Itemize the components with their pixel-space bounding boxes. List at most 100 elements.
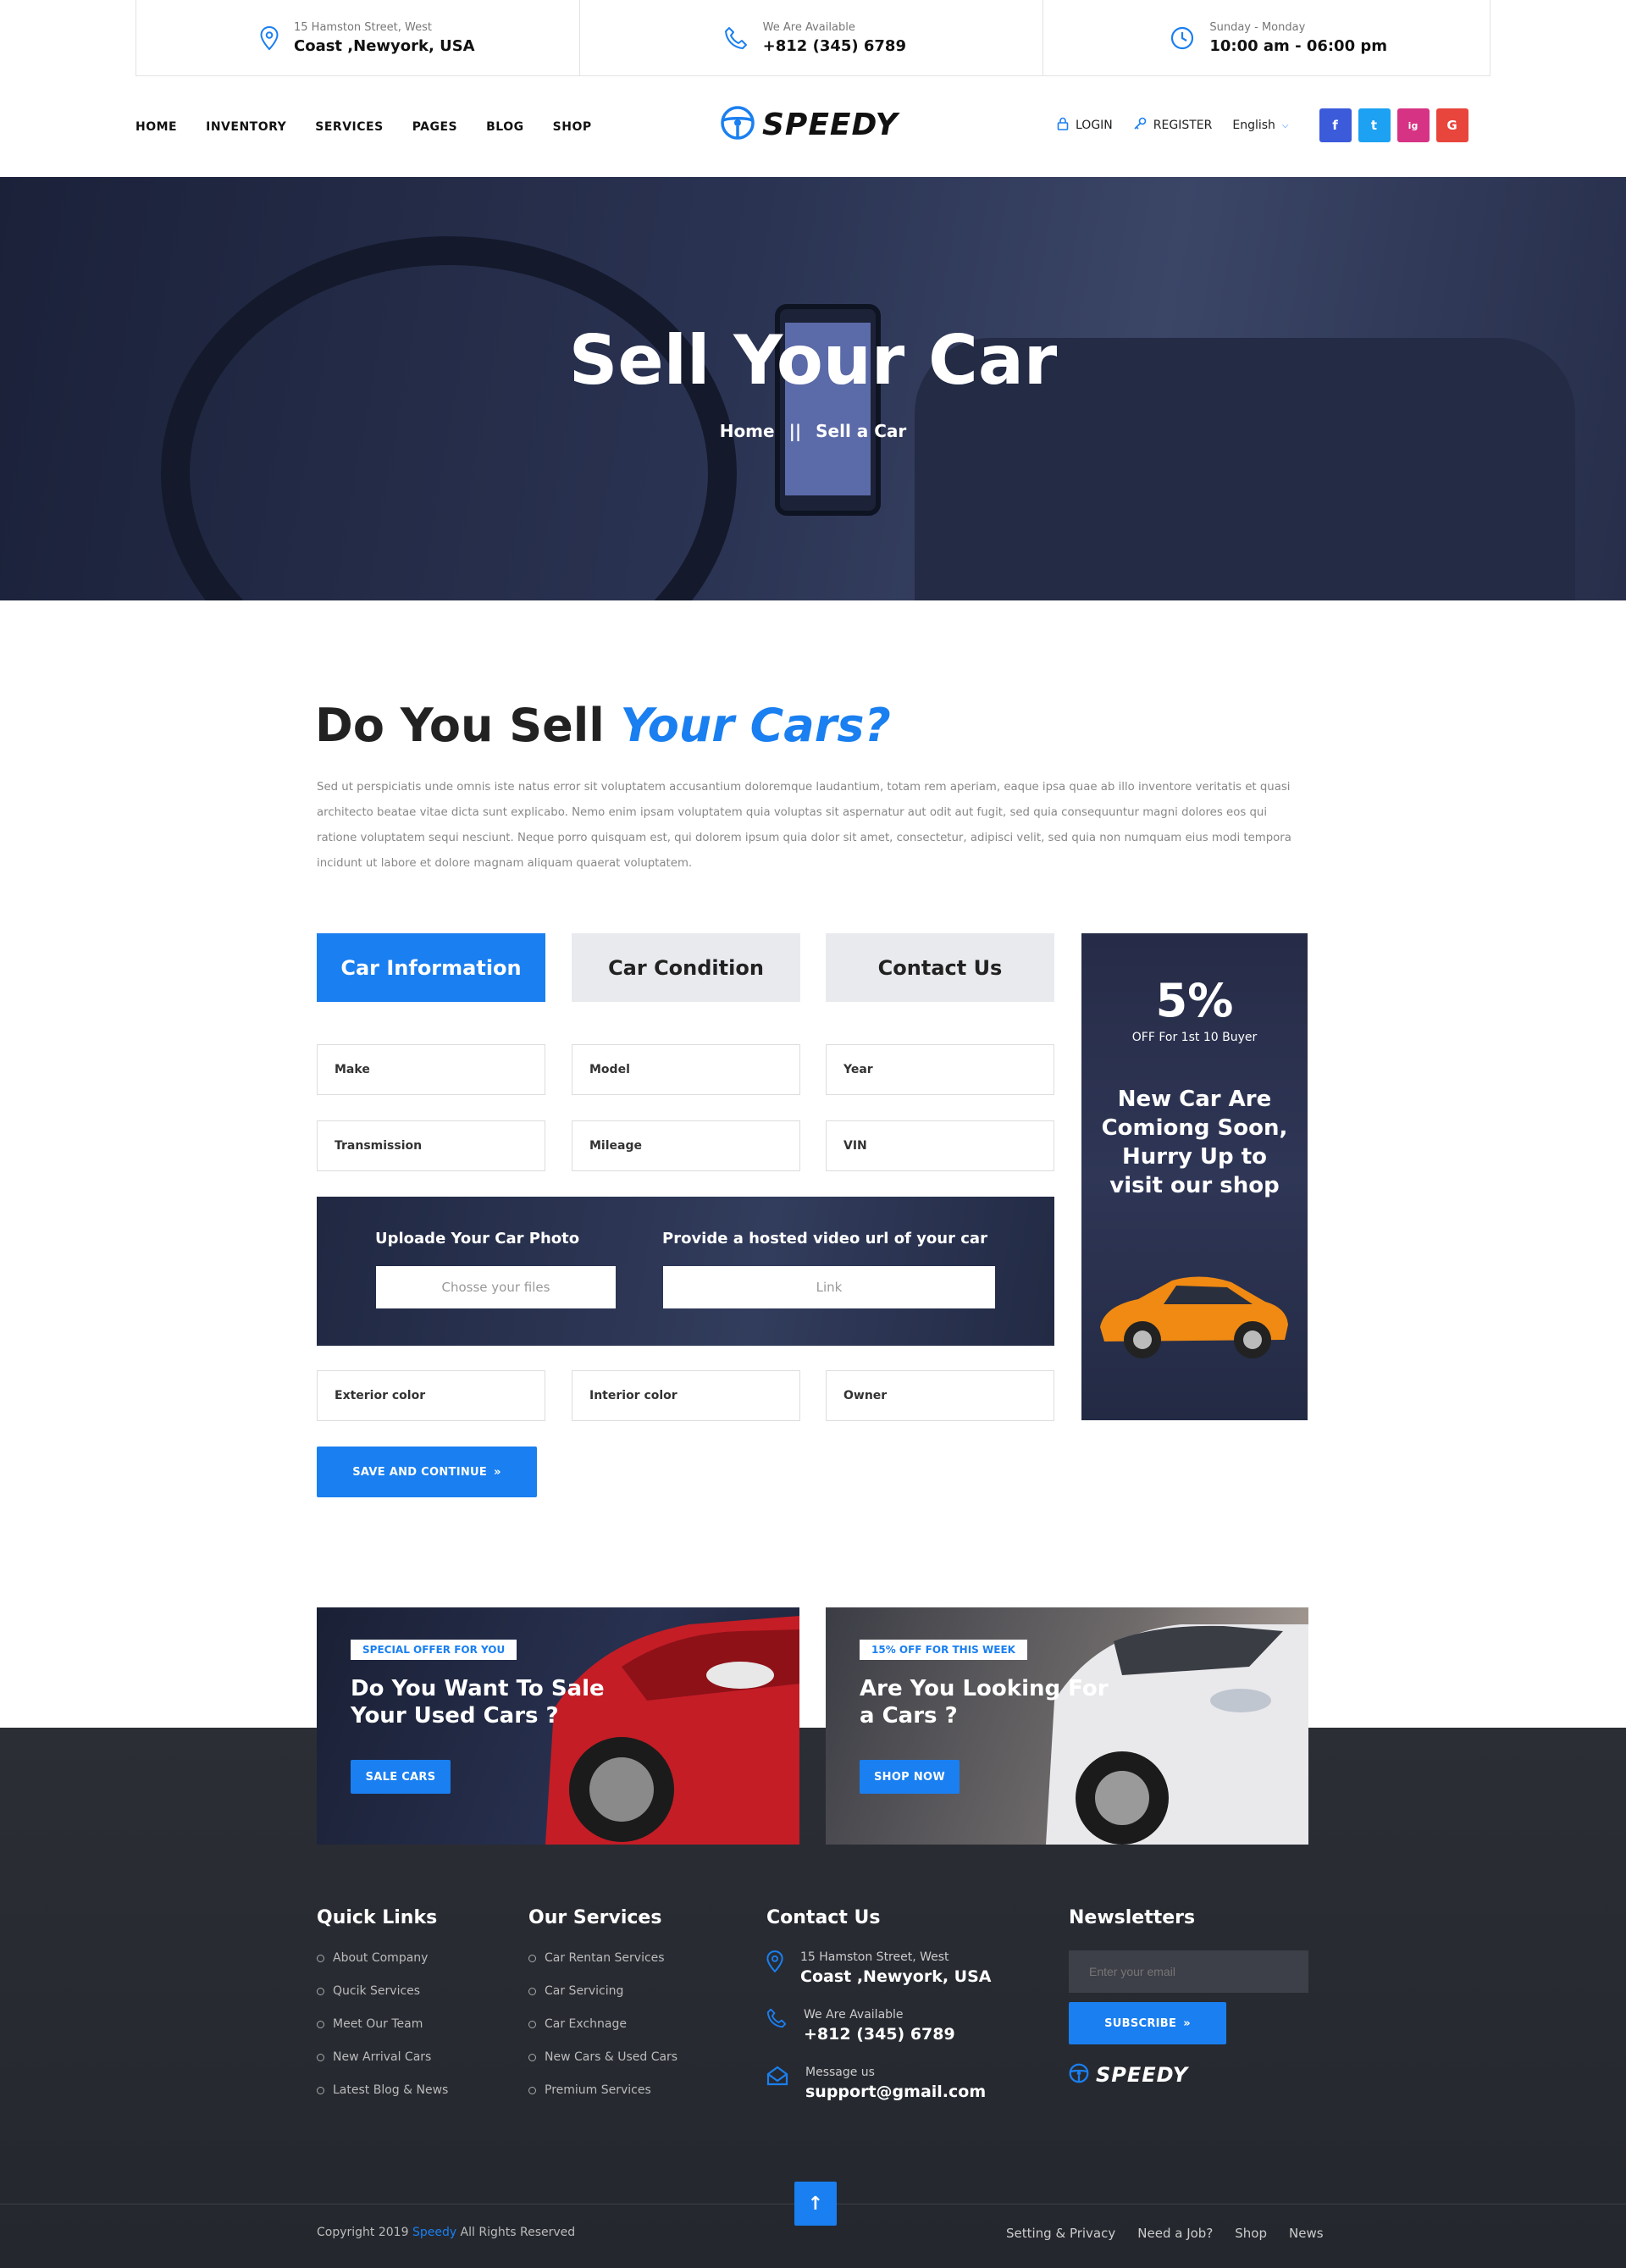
address-block: 15 Hamston Street, West Coast ,Newyork, … [136, 0, 580, 75]
language-label: English [1232, 119, 1275, 132]
brand-link[interactable]: Speedy [412, 2226, 456, 2239]
tab-car-information[interactable]: Car Information [317, 933, 545, 1002]
facebook-icon[interactable]: f [1319, 108, 1352, 142]
contact-title: Contact Us [766, 1907, 881, 1928]
services-title: Our Services [528, 1907, 662, 1928]
footer-link[interactable]: Latest Blog & News [317, 2074, 448, 2107]
save-button-label: SAVE AND CONTINUE [352, 1465, 488, 1479]
mileage-field[interactable]: Mileage [572, 1120, 800, 1171]
offer-card-shop[interactable]: 15% OFF FOR THIS WEEK Are You Looking Fo… [826, 1607, 1308, 1845]
owner-field[interactable]: Owner [826, 1370, 1054, 1421]
subscribe-button[interactable]: SUBSCRIBE » [1069, 2002, 1226, 2044]
login-link[interactable]: LOGIN [1057, 117, 1113, 134]
breadcrumb: Home || Sell a Car [0, 421, 1626, 441]
steering-wheel-icon [1069, 2063, 1089, 2087]
nav-pages[interactable]: PAGES [412, 120, 457, 134]
footer-link[interactable]: Car Servicing [528, 1975, 678, 2008]
sale-cars-button[interactable]: SALE CARS [351, 1760, 451, 1794]
job-link[interactable]: Need a Job? [1137, 2226, 1213, 2241]
transmission-field[interactable]: Transmission [317, 1120, 545, 1171]
offer-title: Do You Want To Sale Your Used Cars ? [351, 1676, 605, 1729]
tab-contact-us[interactable]: Contact Us [826, 933, 1054, 1002]
shop-link[interactable]: Shop [1235, 2226, 1267, 2241]
page-hero: Sell Your Car Home || Sell a Car [0, 177, 1626, 600]
vin-field[interactable]: VIN [826, 1120, 1054, 1171]
phone-icon [766, 2008, 787, 2032]
year-field[interactable]: Year [826, 1044, 1054, 1095]
photo-upload-input[interactable]: Chosse your files [376, 1266, 616, 1308]
address-line-1: 15 Hamston Street, West [294, 20, 433, 34]
phone-block: We Are Available +812 (345) 6789 [580, 0, 1044, 75]
hero-steering-wheel-image [161, 236, 737, 600]
footer-link[interactable]: Premium Services [528, 2074, 678, 2107]
page-title: Sell Your Car [568, 321, 1058, 400]
model-field[interactable]: Model [572, 1044, 800, 1095]
hours-block: Sunday - Monday 10:00 am - 06:00 pm [1043, 0, 1490, 75]
save-and-continue-button[interactable]: SAVE AND CONTINUE » [317, 1447, 537, 1497]
footer-bottom-links: Setting & Privacy Need a Job? Shop News [1006, 2226, 1324, 2241]
chevron-down-icon: ⌵ [1281, 120, 1289, 130]
nav-inventory[interactable]: INVENTORY [206, 120, 286, 134]
subscribe-label: SUBSCRIBE [1104, 2016, 1177, 2030]
footer-link[interactable]: About Company [317, 1942, 448, 1975]
section-title-plain: Do You Sell [315, 699, 621, 752]
footer-link[interactable]: Car Rentan Services [528, 1942, 678, 1975]
register-link[interactable]: REGISTER [1133, 117, 1213, 134]
tab-car-condition[interactable]: Car Condition [572, 933, 800, 1002]
top-info-bar: 15 Hamston Street, West Coast ,Newyork, … [136, 0, 1490, 76]
footer-link[interactable]: New Arrival Cars [317, 2041, 448, 2074]
twitter-icon[interactable]: t [1358, 108, 1391, 142]
offer-tag: SPECIAL OFFER FOR YOU [351, 1640, 517, 1660]
google-icon[interactable]: G [1435, 108, 1468, 142]
promo-orange-car-image [1100, 1276, 1288, 1358]
make-field[interactable]: Make [317, 1044, 545, 1095]
news-link[interactable]: News [1289, 2226, 1324, 2241]
location-pin-icon [766, 1950, 783, 1976]
newsletter-email-input[interactable] [1069, 1950, 1308, 1993]
footer-phone: We Are Available +812 (345) 6789 [766, 2008, 991, 2044]
login-label: LOGIN [1076, 119, 1113, 132]
exterior-color-field[interactable]: Exterior color [317, 1370, 545, 1421]
logo-text: SPEEDY [762, 107, 899, 142]
double-chevron-right-icon: » [494, 1465, 501, 1479]
phone-label: We Are Available [762, 20, 855, 34]
shop-now-button[interactable]: SHOP NOW [860, 1760, 960, 1794]
footer-newsletter: Newsletters SUBSCRIBE » SPEEDY [1069, 1907, 1308, 2087]
footer-contact: Contact Us 15 Hamston Street, West Coast … [766, 1907, 991, 2123]
promo-banner[interactable]: 5% OFF For 1st 10 Buyer New Car Are Comi… [1081, 933, 1308, 1420]
section-description: Sed ut perspiciatis unde omnis iste natu… [317, 781, 1291, 870]
offer-tag: 15% OFF FOR THIS WEEK [860, 1640, 1027, 1660]
section-title: Do You Sell Your Cars? [315, 699, 891, 752]
nav-blog[interactable]: BLOG [486, 120, 524, 134]
footer-link[interactable]: Car Exchnage [528, 2008, 678, 2041]
site-logo[interactable]: SPEEDY [720, 105, 899, 144]
key-icon [1133, 117, 1147, 134]
footer-logo[interactable]: SPEEDY [1069, 2063, 1308, 2087]
footer-link[interactable]: Meet Our Team [317, 2008, 448, 2041]
envelope-open-icon [766, 2066, 788, 2089]
register-label: REGISTER [1153, 119, 1213, 132]
nav-home[interactable]: HOME [136, 120, 177, 134]
footer-link[interactable]: New Cars & Used Cars [528, 2041, 678, 2074]
footer-address: 15 Hamston Street, West Coast ,Newyork, U… [766, 1950, 991, 1986]
main-nav: HOME INVENTORY SERVICES PAGES BLOG SHOP [136, 102, 592, 152]
phone-number[interactable]: +812 (345) 6789 [763, 37, 906, 55]
copyright: Copyright 2019 Speedy All Rights Reserve… [317, 2226, 576, 2239]
quick-links-title: Quick Links [317, 1907, 438, 1928]
breadcrumb-current: Sell a Car [816, 421, 907, 441]
privacy-link[interactable]: Setting & Privacy [1006, 2226, 1115, 2241]
breadcrumb-home[interactable]: Home [720, 421, 775, 441]
scroll-to-top-button[interactable]: ↑ [794, 2182, 837, 2226]
steering-wheel-icon [720, 105, 755, 144]
instagram-icon[interactable]: ig [1396, 108, 1430, 142]
nav-shop[interactable]: SHOP [553, 120, 592, 134]
location-pin-icon [260, 25, 279, 50]
offer-card-sale[interactable]: SPECIAL OFFER FOR YOU Do You Want To Sal… [317, 1607, 799, 1845]
upload-panel: Uploade Your Car Photo Chosse your files… [317, 1197, 1054, 1346]
nav-services[interactable]: SERVICES [315, 120, 383, 134]
video-url-input[interactable]: Link [663, 1266, 995, 1308]
footer-link[interactable]: Qucik Services [317, 1975, 448, 2008]
language-select[interactable]: English ⌵ [1232, 119, 1288, 132]
header-actions: LOGIN REGISTER English ⌵ f t ig G [1057, 108, 1468, 142]
interior-color-field[interactable]: Interior color [572, 1370, 800, 1421]
